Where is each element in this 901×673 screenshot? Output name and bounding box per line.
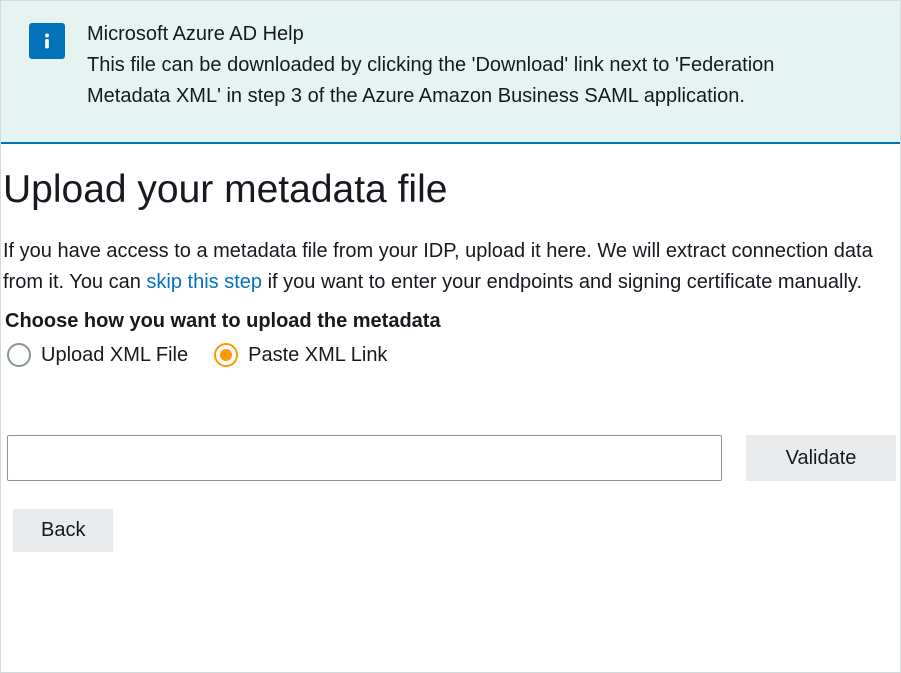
radio-icon	[7, 343, 31, 367]
main-content: Upload your metadata file If you have ac…	[1, 144, 900, 552]
radio-upload-xml-label: Upload XML File	[41, 344, 188, 367]
xml-input-row: Validate	[3, 435, 900, 481]
page-title: Upload your metadata file	[3, 168, 900, 212]
description: If you have access to a metadata file fr…	[3, 236, 900, 298]
skip-link[interactable]: skip this step	[146, 271, 262, 293]
xml-link-input[interactable]	[7, 435, 722, 481]
radio-paste-link[interactable]: Paste XML Link	[214, 343, 387, 367]
info-text: Microsoft Azure AD Help This file can be…	[87, 19, 872, 112]
radio-icon	[214, 343, 238, 367]
back-button[interactable]: Back	[13, 509, 113, 552]
description-post: if you want to enter your endpoints and …	[262, 271, 862, 293]
info-body: This file can be downloaded by clicking …	[87, 54, 774, 107]
info-title: Microsoft Azure AD Help	[87, 19, 842, 50]
info-banner: Microsoft Azure AD Help This file can be…	[1, 1, 900, 144]
info-icon	[29, 23, 65, 59]
choose-upload-label: Choose how you want to upload the metada…	[3, 310, 900, 333]
footer: Back	[3, 509, 900, 552]
radio-upload-xml[interactable]: Upload XML File	[7, 343, 188, 367]
upload-method-radios: Upload XML File Paste XML Link	[3, 343, 900, 367]
validate-button[interactable]: Validate	[746, 435, 896, 481]
radio-paste-link-label: Paste XML Link	[248, 344, 387, 367]
